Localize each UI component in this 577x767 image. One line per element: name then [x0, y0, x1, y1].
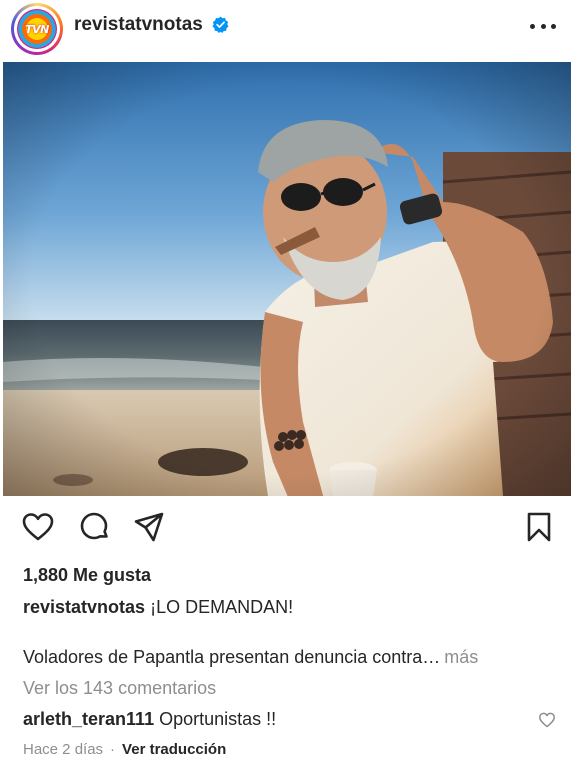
- heart-icon[interactable]: [21, 510, 55, 544]
- comment-text: Oportunistas !!: [159, 709, 277, 729]
- post-image[interactable]: [3, 62, 571, 496]
- bookmark-icon[interactable]: [522, 510, 556, 544]
- verified-badge-icon: [212, 16, 229, 33]
- paper-plane-icon[interactable]: [132, 510, 166, 544]
- post-meta: Hace 2 días · Ver traducción: [23, 741, 226, 758]
- post-header: TVN revistatvnotas: [0, 0, 577, 56]
- caption-body-text: Voladores de Papantla presentan denuncia…: [23, 647, 441, 667]
- view-comments-link[interactable]: Ver los 143 comentarios: [23, 678, 216, 699]
- caption-body: Voladores de Papantla presentan denuncia…: [23, 647, 478, 668]
- comment-item: arleth_teran111 Oportunistas !!: [23, 709, 276, 730]
- small-heart-icon[interactable]: [538, 711, 556, 729]
- caption-username[interactable]: revistatvnotas: [23, 597, 145, 617]
- tvnotas-logo: TVN: [17, 9, 57, 49]
- caption-text: ¡LO DEMANDAN!: [150, 597, 294, 617]
- more-options-icon[interactable]: [530, 18, 556, 34]
- comment-icon[interactable]: [77, 510, 111, 544]
- avatar-border: TVN: [14, 6, 60, 52]
- translate-link[interactable]: Ver traducción: [122, 741, 226, 758]
- post-username[interactable]: revistatvnotas: [74, 14, 203, 36]
- avatar-logo-text: TVN: [25, 22, 49, 36]
- likes-count[interactable]: 1,880 Me gusta: [23, 565, 151, 586]
- timestamp: Hace 2 días: [23, 741, 104, 758]
- post-actions: [0, 510, 577, 550]
- post-caption: revistatvnotas ¡LO DEMANDAN!: [23, 597, 293, 618]
- meta-separator: ·: [110, 741, 116, 758]
- more-link[interactable]: más: [444, 647, 478, 667]
- avatar[interactable]: TVN: [11, 3, 63, 55]
- comment-username[interactable]: arleth_teran111: [23, 709, 154, 729]
